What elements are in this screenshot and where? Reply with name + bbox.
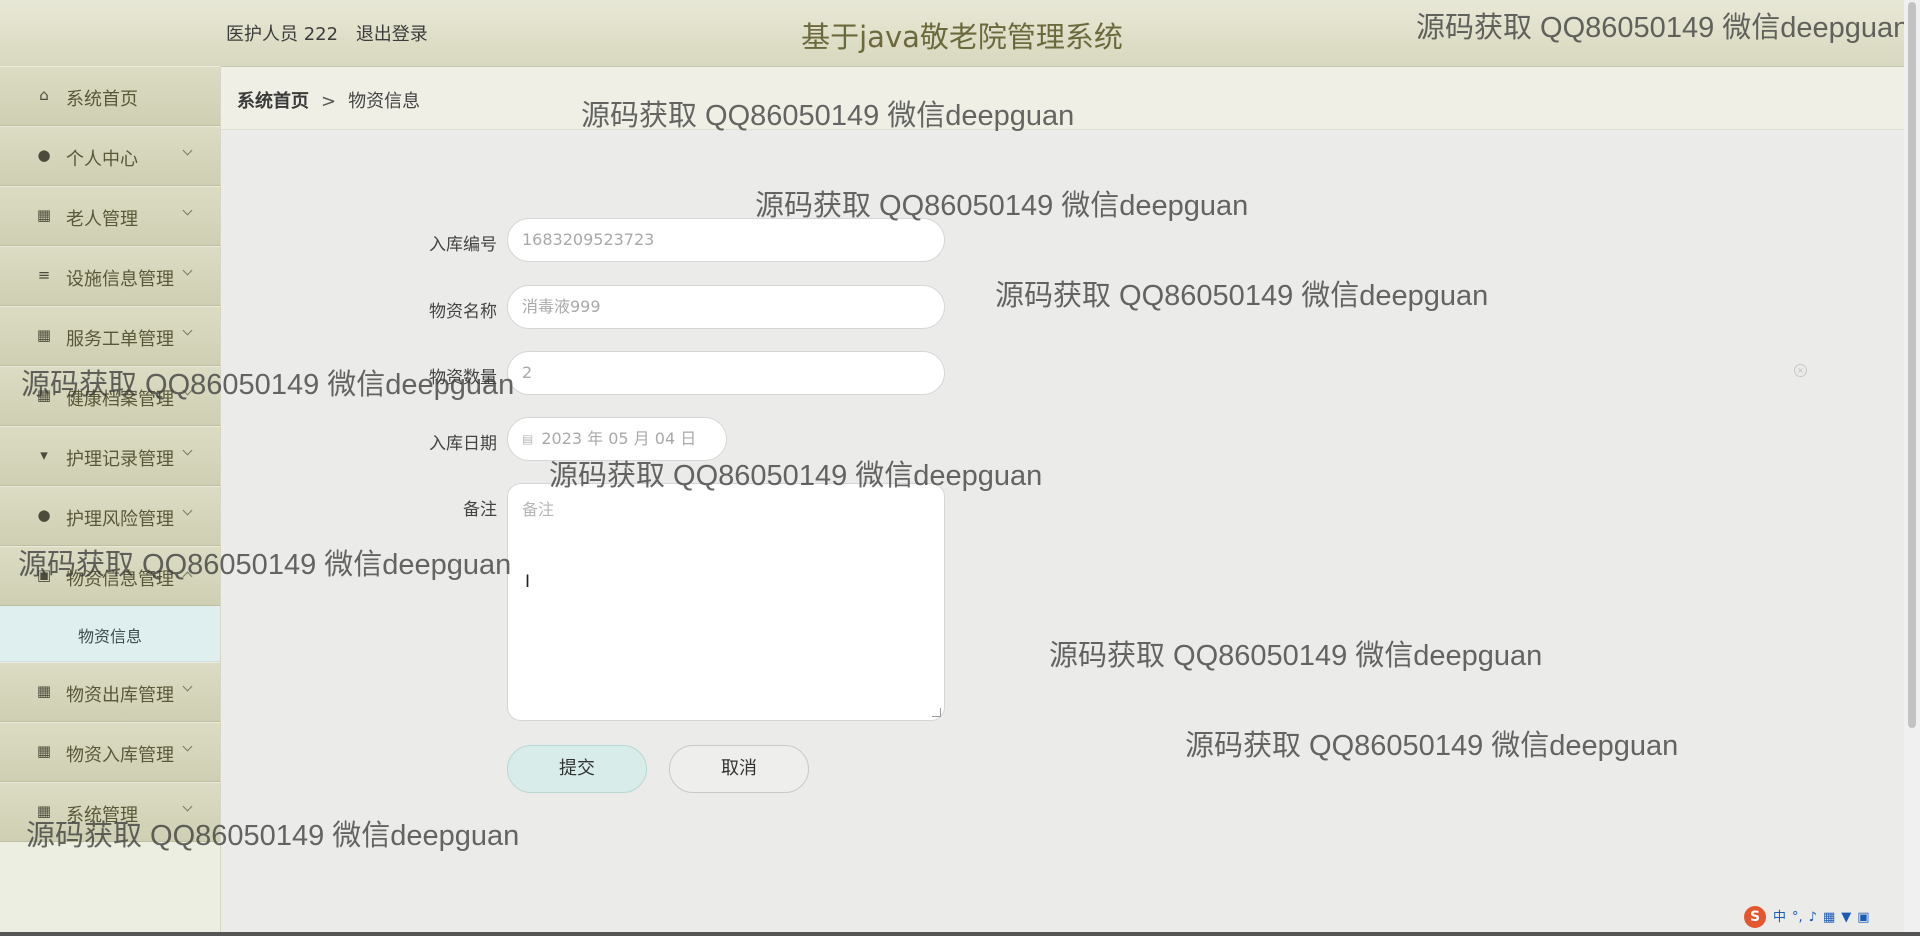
sidebar-item-label: 护理记录管理 [66,449,174,470]
keyboard-icon[interactable]: ▦ [1823,910,1835,925]
punctuation-icon[interactable]: °, [1792,910,1803,925]
sidebar-item-label: 服务工单管理 [66,329,174,350]
breadcrumb: 系统首页 > 物资信息 [237,87,420,113]
ime-language-label[interactable]: 中 [1773,910,1786,925]
microphone-icon[interactable]: ♪ [1809,910,1817,925]
bottom-edge [0,932,1920,936]
sidebar-item-health-records[interactable]: ▦ 健康档案管理 [0,366,220,426]
skin-icon[interactable]: ▼ [1841,910,1851,925]
sidebar-item-label: 设施信息管理 [66,269,174,290]
sidebar-item-home[interactable]: ⌂ 系统首页 [0,66,220,126]
resize-handle[interactable] [932,708,941,717]
breadcrumb-home[interactable]: 系统首页 [237,91,309,112]
chevron-down-icon [182,325,193,336]
stock-date-label: 入库日期 [429,434,497,454]
sidebar-item-label: 物资出库管理 [66,685,174,706]
sidebar-item-label: 系统管理 [66,805,138,826]
cancel-button[interactable]: 取消 [669,745,809,793]
home-icon: ⌂ [39,86,49,104]
calendar-icon: ▤ [522,432,534,446]
sidebar-item-elderly[interactable]: ▦ 老人管理 [0,186,220,246]
stock-number-label: 入库编号 [429,235,497,255]
top-header: 医护人员 222 退出登录 基于java敬老院管理系统 [0,0,1904,67]
stock-date-picker[interactable]: ▤ 2023 年 05 月 04 日 [507,417,727,461]
sidebar: ⌂ 系统首页 ● 个人中心 ▦ 老人管理 ≡ 设施信息管理 ▦ 服务工单管理 ▦… [0,66,221,936]
user-icon: ● [37,146,51,164]
remarks-label: 备注 [463,500,497,520]
supply-quantity-input[interactable]: 2 [507,351,945,395]
sidebar-item-supplies-in[interactable]: ▦ 物资入库管理 [0,722,220,782]
supply-name-input[interactable]: 消毒液999 [507,285,945,329]
sogou-logo-icon[interactable]: S [1744,906,1766,928]
chevron-down-icon [182,681,193,692]
supply-name-label: 物资名称 [429,302,497,322]
supply-quantity-label: 物资数量 [429,368,497,388]
stock-number-input[interactable]: 1683209523723 [507,218,945,262]
breadcrumb-current: 物资信息 [348,91,421,112]
chevron-down-icon [182,265,193,276]
sidebar-item-profile[interactable]: ● 个人中心 [0,126,220,186]
chevron-down-icon [182,445,193,456]
sidebar-item-supplies[interactable]: ▣ 物资信息管理 [0,546,220,606]
grid-icon: ▦ [36,742,52,760]
sidebar-item-label: 护理风险管理 [66,509,174,530]
sidebar-item-label: 物资信息管理 [66,569,174,590]
remarks-textarea[interactable]: 备注 [507,483,945,721]
vertical-scrollbar[interactable] [1904,0,1920,936]
sidebar-item-system[interactable]: ▦ 系统管理 [0,782,220,842]
sidebar-item-facilities[interactable]: ≡ 设施信息管理 [0,246,220,306]
main-content: 入库编号 1683209523723 物资名称 消毒液999 物资数量 2 入库… [221,130,1904,936]
chevron-down-icon [182,741,193,752]
list-icon: ≡ [37,266,51,284]
sidebar-item-care-risk[interactable]: ● 护理风险管理 [0,486,220,546]
sidebar-item-care-records[interactable]: ▾ 护理记录管理 [0,426,220,486]
ime-toolbar: S 中 °, ♪ ▦ ▼ ▣ [1744,906,1873,930]
grid-icon: ▦ [36,802,52,820]
submit-button[interactable]: 提交 [507,745,647,793]
chevron-down-icon [182,505,193,516]
sidebar-subitem-supplies-info[interactable]: 物资信息 [0,606,220,662]
breadcrumb-bar: 系统首页 > 物资信息 [221,67,1904,130]
grid-icon: ▦ [36,682,52,700]
chevron-down-icon [182,205,193,216]
grid-icon: ▦ [36,326,52,344]
sidebar-item-label: 物资入库管理 [66,745,174,766]
system-title: 基于java敬老院管理系统 [801,20,1123,54]
toolbox-icon[interactable]: ▣ [1857,910,1869,925]
text-cursor-icon: I [525,572,531,592]
sidebar-item-service-orders[interactable]: ▦ 服务工单管理 [0,306,220,366]
chevron-down-icon [182,385,193,396]
user-icon: ● [37,506,51,524]
clipboard-icon: ▣ [36,566,52,584]
sidebar-item-label: 个人中心 [66,149,138,170]
grid-icon: ▦ [36,386,52,404]
sidebar-item-label: 系统首页 [66,89,138,110]
sidebar-item-supplies-out[interactable]: ▦ 物资出库管理 [0,662,220,722]
chevron-down-icon [182,145,193,156]
grid-icon: ▦ [36,206,52,224]
stock-date-value: 2023 年 05 月 04 日 [541,429,697,448]
chevron-down-icon [182,801,193,812]
breadcrumb-separator: > [321,91,337,112]
sidebar-item-label: 健康档案管理 [66,389,174,410]
scrollbar-thumb[interactable] [1908,2,1916,728]
chevron-up-icon [182,571,193,582]
close-circle-icon[interactable]: × [1794,364,1807,377]
remarks-placeholder: 备注 [522,500,555,519]
brush-icon: ▾ [40,446,48,464]
sidebar-item-label: 老人管理 [66,209,138,230]
sidebar-filler [0,842,220,882]
